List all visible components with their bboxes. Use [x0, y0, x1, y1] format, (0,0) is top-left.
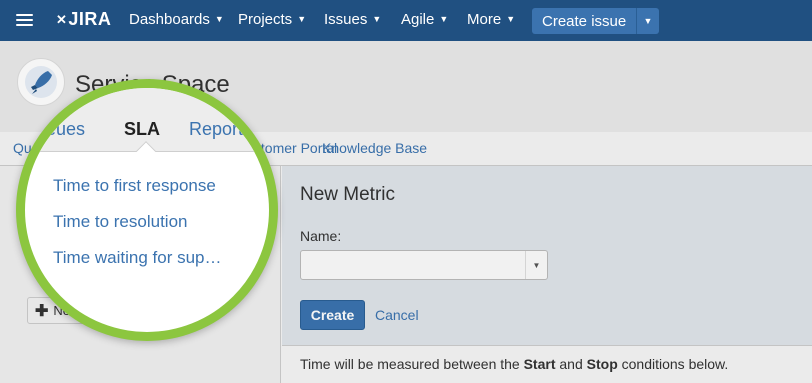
nav-more[interactable]: More ▼: [467, 11, 515, 28]
create-issue-label: Create issue: [542, 12, 627, 30]
chevron-down-icon: ▼: [372, 14, 382, 24]
tab-sla[interactable]: SLA: [124, 119, 160, 140]
create-issue-dropdown-icon[interactable]: ▼: [636, 8, 659, 34]
create-issue-button[interactable]: Create issue ▼: [532, 8, 659, 34]
cancel-link[interactable]: Cancel: [375, 307, 419, 323]
name-select[interactable]: ▼: [300, 250, 548, 280]
jira-logo[interactable]: ✕JIRA: [56, 9, 111, 30]
name-label: Name:: [300, 228, 342, 244]
chevron-down-icon: ▼: [439, 14, 449, 24]
chevron-down-icon: ▼: [214, 14, 224, 24]
nav-issues[interactable]: Issues ▼: [324, 11, 381, 28]
nav-projects[interactable]: Projects ▼: [238, 11, 306, 28]
subnav-knowledge-base[interactable]: Knowledge Base: [322, 140, 427, 156]
plus-icon: ✚: [35, 302, 49, 320]
chevron-down-icon[interactable]: ▼: [525, 251, 547, 279]
conditions-note-text: Time will be measured between the Start …: [300, 356, 729, 372]
magnifier-callout: Queues SLA Reports Time to first respons…: [16, 79, 278, 341]
chevron-down-icon: ▼: [506, 14, 516, 24]
tab-reports[interactable]: Reports: [189, 119, 252, 140]
new-metric-title: New Metric: [300, 184, 396, 205]
tab-queues[interactable]: Queues: [25, 119, 85, 140]
sla-item-resolution[interactable]: Time to resolution: [53, 212, 187, 232]
sla-item-first-response[interactable]: Time to first response: [53, 176, 216, 196]
chevron-down-icon: ▼: [297, 14, 307, 24]
sla-item-waiting-for-support[interactable]: Time waiting for sup…: [53, 248, 221, 268]
nav-dashboards[interactable]: Dashboards ▼: [129, 11, 224, 28]
create-metric-button[interactable]: Create: [300, 300, 365, 330]
menu-icon[interactable]: [16, 14, 33, 26]
nav-agile[interactable]: Agile ▼: [401, 11, 448, 28]
conditions-note: Time will be measured between the Start …: [282, 345, 812, 383]
top-navigation-bar: ✕JIRA Dashboards ▼ Projects ▼ Issues ▼ Agil…: [0, 0, 812, 41]
